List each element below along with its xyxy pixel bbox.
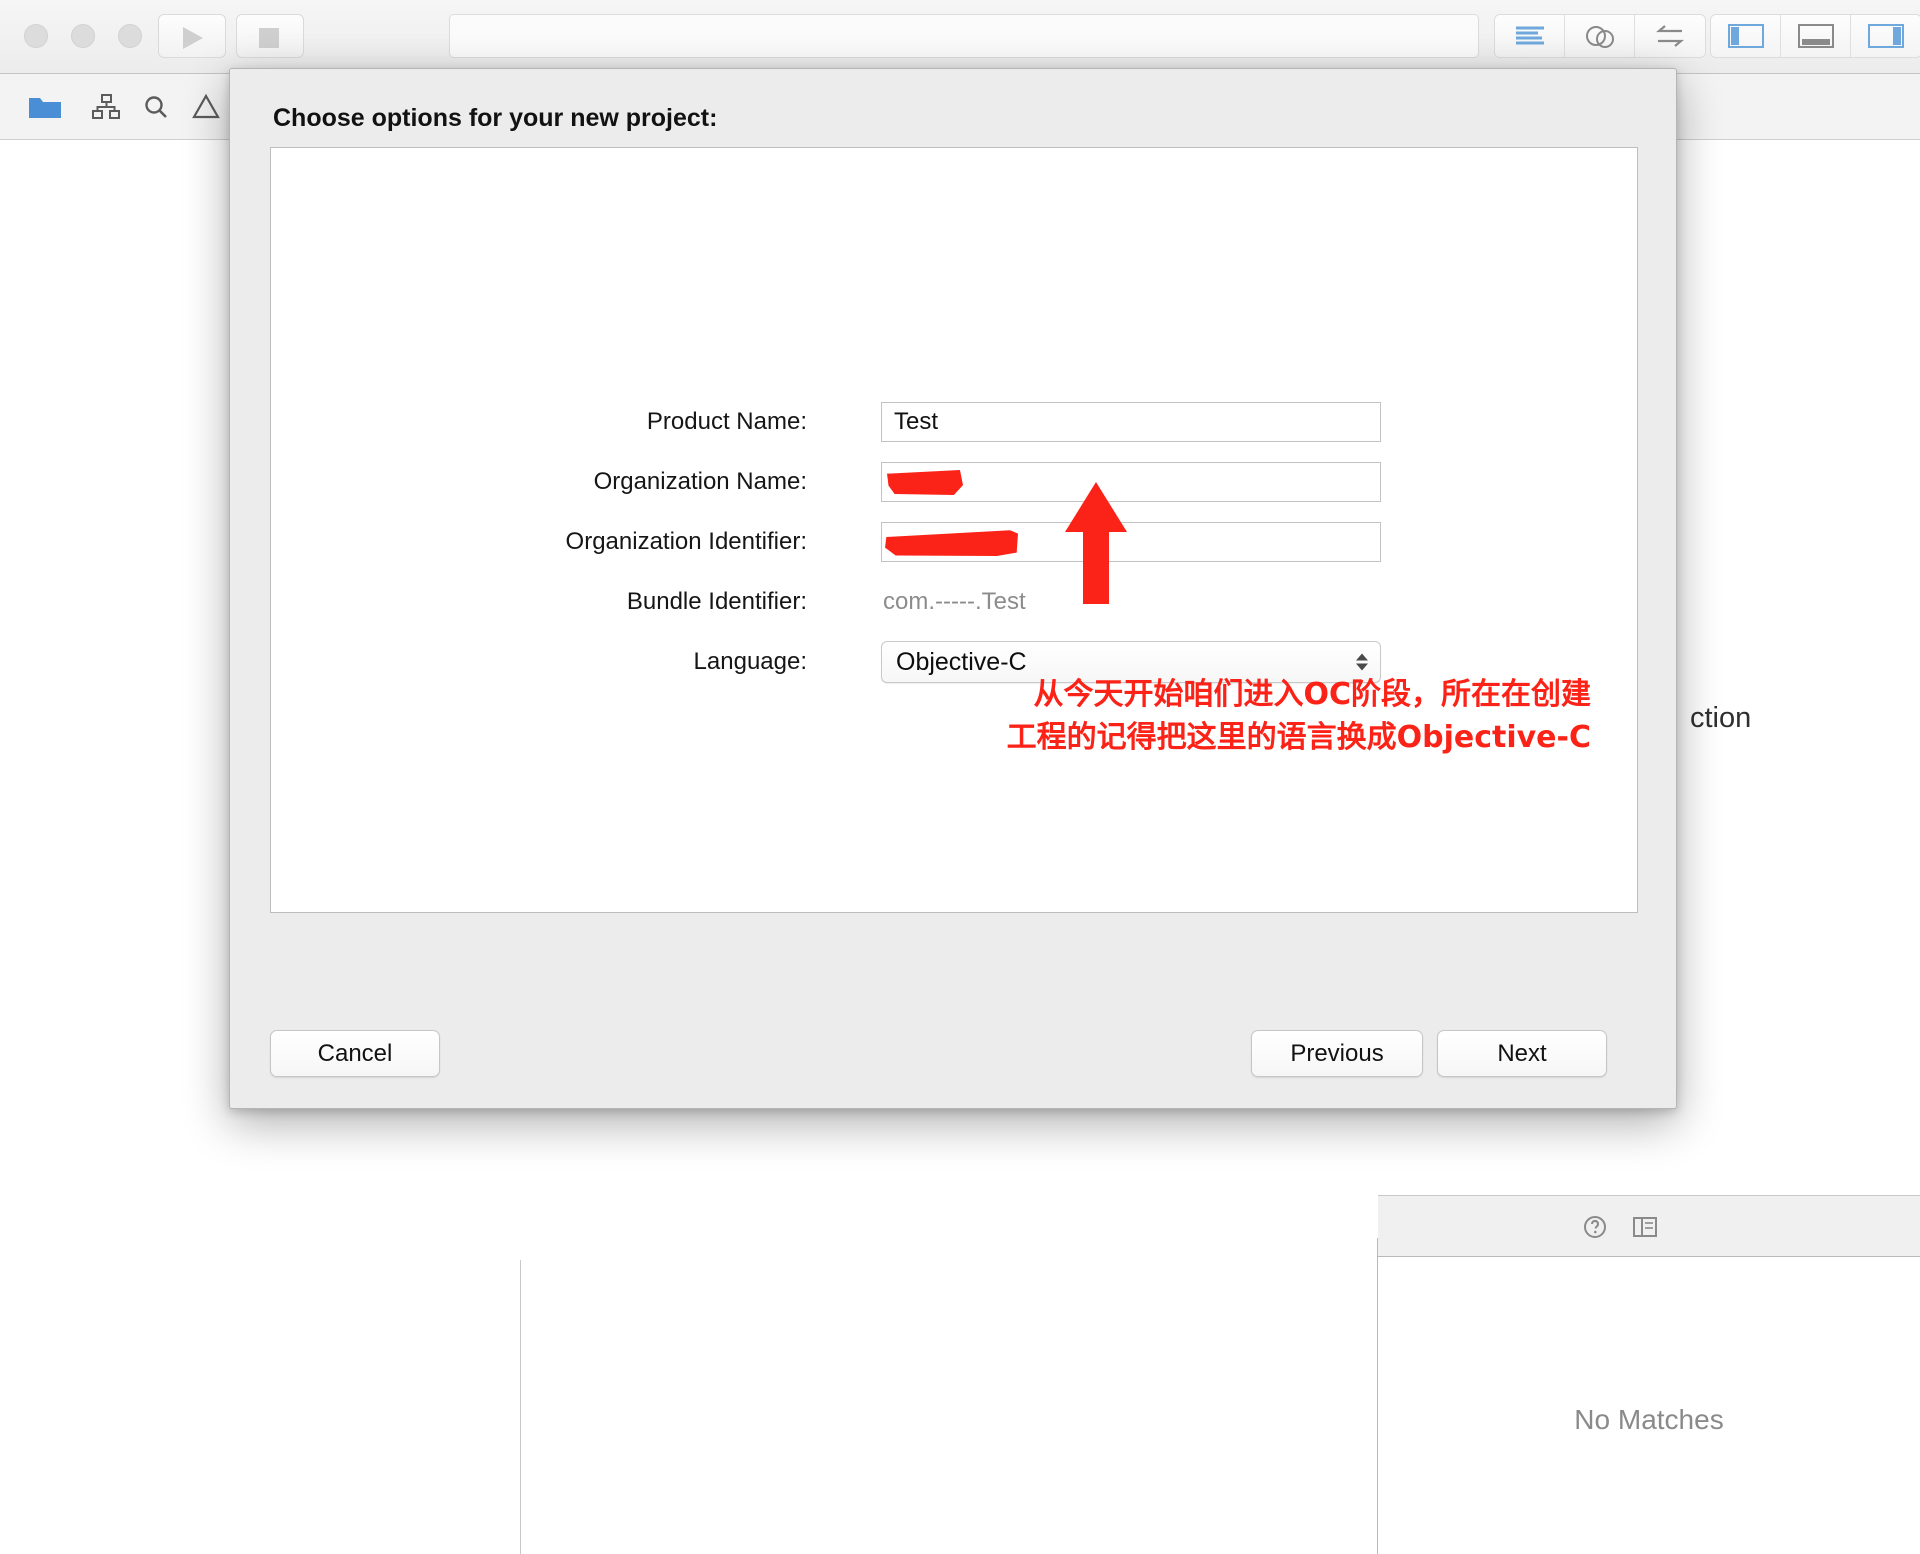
version-editor-icon[interactable] [1635,15,1705,57]
debug-area-toggle-icon[interactable] [1781,15,1851,57]
product-name-value: Test [894,408,939,435]
annotation-arrow-icon [1061,480,1131,608]
annotation-line-1: 从今天开始咱们进入OC阶段，所在在创建 [1033,677,1591,712]
cancel-button[interactable]: Cancel [270,1030,440,1077]
field-row-bundle-identifier: Bundle Identifier: com.-----.Test [271,572,1637,632]
play-icon [183,27,203,49]
bundle-identifier-label: Bundle Identifier: [626,588,807,615]
hierarchy-icon[interactable] [88,90,124,124]
product-name-label: Product Name: [646,408,807,435]
stop-button[interactable] [236,14,304,58]
close-button[interactable] [24,24,48,48]
library-panel-icon[interactable] [1628,1212,1662,1242]
product-name-input[interactable]: Test [881,402,1381,442]
warning-icon[interactable] [188,90,224,124]
quick-help-icon[interactable] [1578,1212,1612,1242]
utilities-divider [1377,1238,1378,1554]
organization-name-label: Organization Name: [593,468,807,495]
organization-identifier-input[interactable] [881,522,1381,562]
editor-divider [520,1260,521,1554]
folder-icon[interactable] [27,90,63,124]
next-button[interactable]: Next [1437,1030,1607,1077]
minimize-button[interactable] [71,24,95,48]
zoom-button[interactable] [118,24,142,48]
stop-icon [259,28,279,48]
organization-name-input[interactable] [881,462,1381,502]
redaction-mark [887,470,963,495]
sheet-title: Choose options for your new project: [273,104,718,132]
window-toolbar [0,0,1920,74]
field-row-organization-name: Organization Name: [271,452,1637,512]
utilities-toolbar [1378,1195,1920,1257]
background-partial-text: ction [1690,702,1752,734]
options-panel: Product Name: Test Organization Name: Or… [270,147,1638,913]
new-project-options-sheet: Choose options for your new project: Pro… [229,68,1677,1109]
project-options-form: Product Name: Test Organization Name: Or… [271,392,1637,692]
annotation-text: 从今天开始咱们进入OC阶段，所在在创建 工程的记得把这里的语言换成Objecti… [791,673,1591,759]
field-row-organization-identifier: Organization Identifier: [271,512,1637,572]
no-matches-label: No Matches [1574,1404,1724,1435]
traffic-lights [24,24,142,48]
field-row-product-name: Product Name: Test [271,392,1637,452]
language-label: Language: [693,648,807,675]
annotation-line-2: 工程的记得把这里的语言换成Objective-C [1006,720,1591,756]
search-icon[interactable] [138,90,174,124]
redaction-mark [885,530,1018,556]
bundle-identifier-value: com.-----.Test [883,588,1026,615]
previous-button[interactable]: Previous [1251,1030,1423,1077]
organization-identifier-label: Organization Identifier: [565,528,807,555]
navigator-toggle-icon[interactable] [1711,15,1781,57]
utilities-toggle-icon[interactable] [1851,15,1920,57]
toolbar-status-field[interactable] [449,14,1479,58]
run-button[interactable] [158,14,226,58]
standard-editor-icon[interactable] [1495,15,1565,57]
chevron-updown-icon [1356,653,1368,671]
editor-mode-group [1494,14,1706,58]
xcode-window: ction No Matches Choose options for your… [0,0,1920,1554]
assistant-editor-icon[interactable] [1565,15,1635,57]
view-toggle-group [1710,14,1920,58]
